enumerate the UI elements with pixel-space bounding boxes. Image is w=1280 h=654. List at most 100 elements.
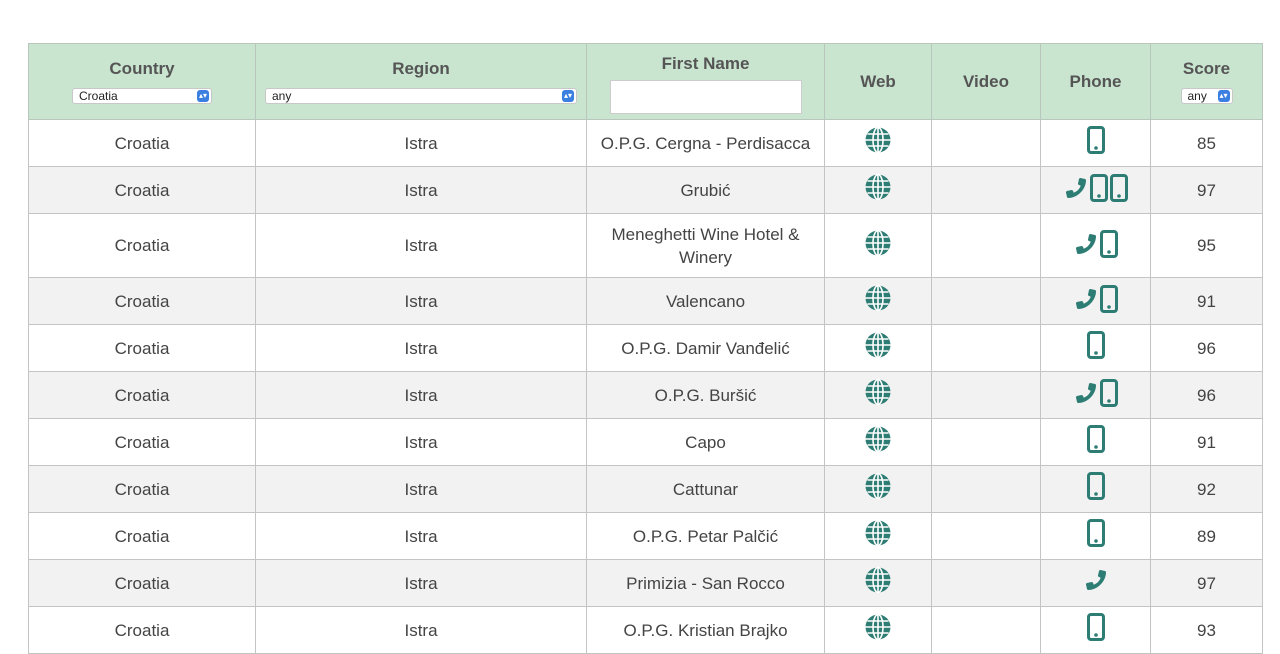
phone-icons (1074, 229, 1118, 258)
country-cell: Croatia (28, 465, 256, 513)
first-name-header-label: First Name (661, 53, 750, 73)
phone-cell (1040, 213, 1151, 278)
score-header-label: Score (1182, 58, 1231, 78)
video-cell (931, 465, 1041, 513)
country-filter-select[interactable]: Croatia ▴▾ (72, 87, 212, 104)
region-column-header: Region any ▴▾ (255, 43, 587, 120)
mobile-phone-icon[interactable] (1089, 174, 1108, 202)
country-column-header: Country Croatia ▴▾ (28, 43, 256, 120)
region-cell: Istra (255, 465, 587, 513)
name-cell: Valencano (586, 277, 825, 325)
phone-handset-icon[interactable] (1074, 287, 1098, 311)
mobile-phone-icon[interactable] (1086, 472, 1105, 500)
globe-icon[interactable] (864, 331, 892, 359)
select-arrows-icon: ▴▾ (197, 89, 209, 102)
globe-icon[interactable] (864, 229, 892, 257)
globe-icon[interactable] (864, 173, 892, 201)
web-column-header[interactable]: Web (824, 43, 932, 120)
video-cell (931, 166, 1041, 214)
region-filter-value: any (272, 88, 292, 103)
phone-handset-icon[interactable] (1074, 381, 1098, 405)
video-cell (931, 559, 1041, 607)
mobile-phone-icon[interactable] (1086, 425, 1105, 453)
name-cell: O.P.G. Kristian Brajko (586, 606, 825, 654)
table-row: Croatia Istra O.P.G. Damir Vanđelić 96 (28, 324, 1263, 372)
country-filter-value: Croatia (79, 88, 118, 103)
phone-icons (1086, 425, 1105, 453)
globe-icon[interactable] (864, 566, 892, 594)
phone-handset-icon[interactable] (1064, 176, 1088, 200)
phone-icons (1074, 285, 1118, 313)
table-row: Croatia Istra Meneghetti Wine Hotel & Wine… (28, 213, 1263, 278)
name-cell: Primizia - San Rocco (586, 559, 825, 607)
phone-icons (1086, 519, 1105, 547)
phone-icons (1086, 331, 1105, 359)
name-cell: Capo (586, 418, 825, 466)
first-name-filter-input[interactable] (609, 79, 802, 114)
video-cell (931, 606, 1041, 654)
phone-icons (1074, 379, 1118, 407)
video-cell (931, 277, 1041, 325)
video-cell (931, 213, 1041, 278)
table-row: Croatia Istra O.P.G. Buršić 96 (28, 371, 1263, 419)
web-cell (824, 324, 932, 372)
phone-handset-icon[interactable] (1074, 232, 1098, 256)
table-row: Croatia Istra Grubić 97 (28, 166, 1263, 214)
video-column-header[interactable]: Video (931, 43, 1041, 120)
table-row: Croatia Istra Valencano 91 (28, 277, 1263, 325)
mobile-phone-icon[interactable] (1109, 174, 1128, 202)
score-filter-select[interactable]: any ▴▾ (1180, 87, 1233, 104)
table-body: Croatia Istra O.P.G. Cergna - Perdisacca 8… (28, 119, 1263, 654)
score-cell: 95 (1150, 213, 1263, 278)
region-filter-select[interactable]: any ▴▾ (265, 87, 577, 104)
select-arrows-icon: ▴▾ (562, 89, 574, 102)
name-cell: Meneghetti Wine Hotel & Winery (586, 213, 825, 278)
region-cell: Istra (255, 277, 587, 325)
country-header-label: Country (109, 58, 175, 78)
name-cell: O.P.G. Buršić (586, 371, 825, 419)
country-cell: Croatia (28, 606, 256, 654)
phone-icons (1086, 472, 1105, 500)
country-cell: Croatia (28, 166, 256, 214)
mobile-phone-icon[interactable] (1099, 285, 1118, 313)
table-row: Croatia Istra O.P.G. Kristian Brajko 93 (28, 606, 1263, 654)
phone-handset-icon[interactable] (1084, 568, 1108, 592)
country-cell: Croatia (28, 119, 256, 167)
web-cell (824, 559, 932, 607)
mobile-phone-icon[interactable] (1099, 229, 1118, 258)
globe-icon[interactable] (864, 425, 892, 453)
mobile-phone-icon[interactable] (1099, 379, 1118, 407)
mobile-phone-icon[interactable] (1086, 519, 1105, 547)
score-cell: 93 (1150, 606, 1263, 654)
phone-cell (1040, 512, 1151, 560)
phone-icons (1064, 174, 1128, 202)
header-row: Country Croatia ▴▾ Region any ▴▾ First N… (28, 43, 1263, 120)
globe-icon[interactable] (864, 519, 892, 547)
country-cell: Croatia (28, 371, 256, 419)
phone-column-header[interactable]: Phone (1040, 43, 1151, 120)
video-cell (931, 512, 1041, 560)
score-cell: 92 (1150, 465, 1263, 513)
globe-icon[interactable] (864, 378, 892, 406)
globe-icon[interactable] (864, 126, 892, 154)
mobile-phone-icon[interactable] (1086, 331, 1105, 359)
phone-cell (1040, 277, 1151, 325)
country-cell: Croatia (28, 324, 256, 372)
region-cell: Istra (255, 606, 587, 654)
phone-cell (1040, 371, 1151, 419)
region-cell: Istra (255, 119, 587, 167)
name-cell: Grubić (586, 166, 825, 214)
video-cell (931, 371, 1041, 419)
region-cell: Istra (255, 213, 587, 278)
score-cell: 97 (1150, 166, 1263, 214)
web-cell (824, 277, 932, 325)
globe-icon[interactable] (864, 284, 892, 312)
globe-icon[interactable] (864, 472, 892, 500)
phone-cell (1040, 465, 1151, 513)
web-cell (824, 371, 932, 419)
mobile-phone-icon[interactable] (1086, 126, 1105, 154)
results-table: Country Croatia ▴▾ Region any ▴▾ First N… (28, 43, 1263, 654)
region-cell: Istra (255, 512, 587, 560)
country-cell: Croatia (28, 213, 256, 278)
table-row: Croatia Istra Cattunar 92 (28, 465, 1263, 513)
